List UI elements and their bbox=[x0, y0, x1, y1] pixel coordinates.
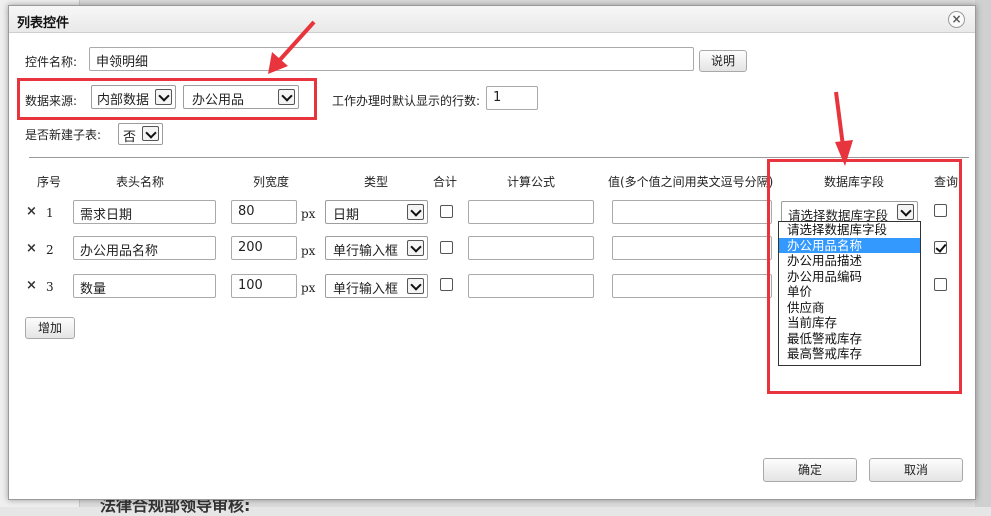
subtable-select[interactable]: 否 bbox=[118, 123, 163, 145]
type-select[interactable]: 日期 bbox=[325, 200, 428, 224]
formula-input[interactable] bbox=[468, 236, 594, 260]
formula-input[interactable] bbox=[468, 274, 594, 298]
dialog-title: 列表控件 bbox=[17, 16, 70, 31]
annotation-arrow-icon bbox=[834, 91, 853, 166]
rows-input[interactable]: 1 bbox=[486, 86, 538, 110]
column-width-input[interactable]: 80 bbox=[231, 200, 297, 224]
control-name-input[interactable]: 申领明细 bbox=[89, 47, 694, 71]
chevron-down-icon bbox=[407, 240, 424, 256]
width-unit: px bbox=[301, 244, 316, 258]
header-type: 类型 bbox=[364, 175, 389, 189]
width-unit: px bbox=[301, 207, 316, 221]
type-value: 日期 bbox=[333, 208, 360, 223]
annotation-box bbox=[17, 78, 317, 120]
sum-checkbox[interactable] bbox=[440, 241, 453, 254]
annotation-box bbox=[767, 159, 962, 394]
row-index: 2 bbox=[46, 243, 54, 257]
subtable-value: 否 bbox=[123, 130, 137, 145]
formula-input[interactable] bbox=[468, 200, 594, 224]
values-input[interactable] bbox=[612, 236, 772, 260]
header-name-input[interactable]: 需求日期 bbox=[73, 200, 216, 224]
chevron-down-icon bbox=[407, 204, 424, 220]
header-index: 序号 bbox=[37, 175, 62, 189]
rows-label: 工作办理时默认显示的行数: bbox=[332, 94, 481, 108]
chevron-down-icon bbox=[407, 278, 424, 294]
column-width-input[interactable]: 100 bbox=[231, 274, 297, 298]
header-width: 列宽度 bbox=[253, 175, 290, 189]
type-select[interactable]: 单行输入框 bbox=[325, 236, 428, 260]
dialog-titlebar: 列表控件 × bbox=[9, 6, 975, 33]
delete-row-icon[interactable]: × bbox=[26, 241, 37, 256]
width-unit: px bbox=[301, 281, 316, 295]
header-sum: 合计 bbox=[433, 175, 458, 189]
sum-checkbox[interactable] bbox=[440, 205, 453, 218]
type-value: 单行输入框 bbox=[333, 282, 399, 297]
ok-button[interactable]: 确定 bbox=[763, 458, 857, 482]
subtable-label: 是否新建子表: bbox=[25, 128, 102, 142]
row-index: 3 bbox=[46, 280, 54, 294]
values-input[interactable] bbox=[612, 274, 772, 298]
sum-checkbox[interactable] bbox=[440, 278, 453, 291]
annotation-arrow-icon bbox=[268, 20, 316, 74]
cancel-button[interactable]: 取消 bbox=[869, 458, 963, 482]
header-name: 表头名称 bbox=[116, 175, 165, 189]
add-row-button[interactable]: 增加 bbox=[25, 317, 75, 339]
control-name-label: 控件名称: bbox=[25, 55, 78, 69]
type-select[interactable]: 单行输入框 bbox=[325, 274, 428, 298]
chevron-down-icon bbox=[142, 126, 159, 141]
header-name-input[interactable]: 办公用品名称 bbox=[73, 236, 216, 260]
values-input[interactable] bbox=[612, 200, 772, 224]
background-scrollbar bbox=[975, 0, 991, 507]
explain-button[interactable]: 说明 bbox=[699, 50, 747, 72]
close-icon[interactable]: × bbox=[948, 11, 965, 28]
column-width-input[interactable]: 200 bbox=[231, 236, 297, 260]
row-index: 1 bbox=[46, 206, 54, 220]
delete-row-icon[interactable]: × bbox=[26, 278, 37, 293]
header-formula: 计算公式 bbox=[507, 175, 556, 189]
delete-row-icon[interactable]: × bbox=[26, 204, 37, 219]
type-value: 单行输入框 bbox=[333, 244, 399, 259]
header-values: 值(多个值之间用英文逗号分隔) bbox=[608, 175, 774, 189]
header-name-input[interactable]: 数量 bbox=[73, 274, 216, 298]
